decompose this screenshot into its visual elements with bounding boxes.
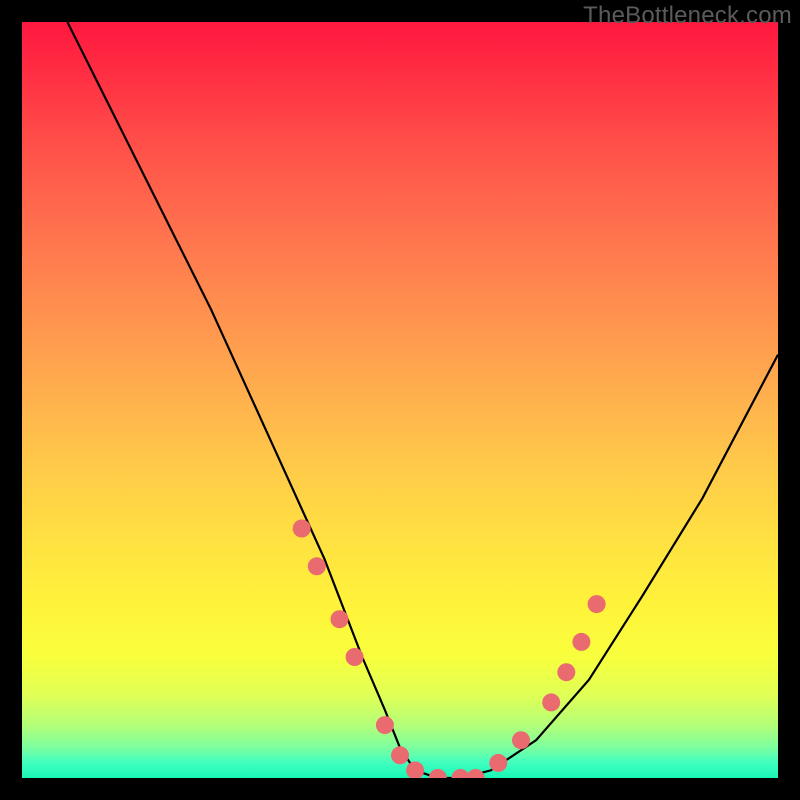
highlight-point — [293, 520, 311, 538]
highlight-point — [391, 746, 409, 764]
highlight-point — [376, 716, 394, 734]
highlight-point — [489, 754, 507, 772]
highlight-point — [346, 648, 364, 666]
watermark-text: TheBottleneck.com — [583, 2, 792, 30]
highlight-point — [557, 663, 575, 681]
highlight-point — [588, 595, 606, 613]
highlight-point — [572, 633, 590, 651]
highlight-point — [308, 557, 326, 575]
highlight-point — [467, 769, 485, 778]
highlight-point — [542, 693, 560, 711]
highlighted-points-group — [293, 520, 606, 779]
highlight-point — [406, 761, 424, 778]
highlight-point — [429, 769, 447, 778]
highlight-point — [331, 610, 349, 628]
bottleneck-curve-line — [67, 22, 778, 778]
chart-plot-area — [22, 22, 778, 778]
chart-svg — [22, 22, 778, 778]
highlight-point — [512, 731, 530, 749]
